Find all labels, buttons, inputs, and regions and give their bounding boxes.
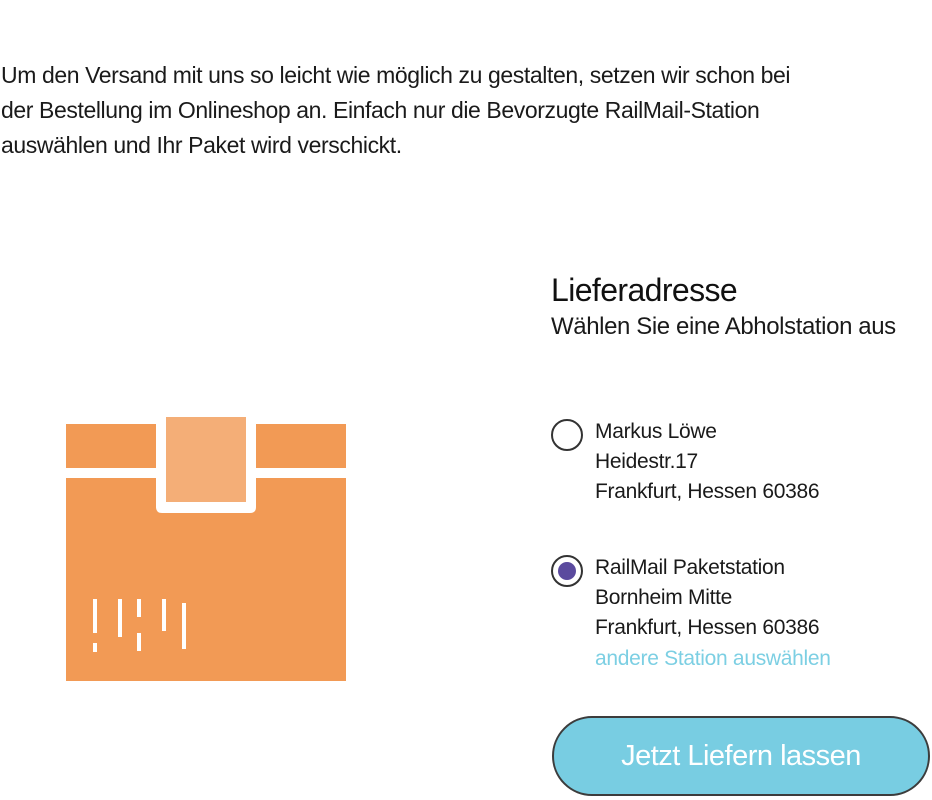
deliver-now-button[interactable]: Jetzt Liefern lassen <box>552 716 930 796</box>
radio-button-selected[interactable] <box>551 555 583 587</box>
choose-other-station-link[interactable]: andere Station auswählen <box>595 647 831 671</box>
intro-text: Um den Versand mit uns so leicht wie mög… <box>1 62 791 158</box>
address-line-city: Frankfurt, Hessen 60386 <box>595 616 820 639</box>
address-line-city: Frankfurt, Hessen 60386 <box>595 480 820 503</box>
address-block: RailMail Paketstation Bornheim Mitte Fra… <box>595 553 820 643</box>
delivery-address-title: Lieferadresse <box>551 272 738 308</box>
address-line-street: Heidestr.17 <box>595 450 698 473</box>
radio-button[interactable] <box>551 419 583 451</box>
page: Um den Versand mit uns so leicht wie mög… <box>0 0 932 800</box>
address-line-street: Bornheim Mitte <box>595 586 733 609</box>
address-line-name: Markus Löwe <box>595 420 717 443</box>
package-box-icon <box>66 417 346 681</box>
address-line-name: RailMail Paketstation <box>595 556 785 579</box>
address-block: Markus Löwe Heidestr.17 Frankfurt, Hesse… <box>595 417 820 507</box>
delivery-address-subtitle: Wählen Sie eine Abholstation aus <box>551 313 896 340</box>
radio-selected-dot <box>558 562 576 580</box>
